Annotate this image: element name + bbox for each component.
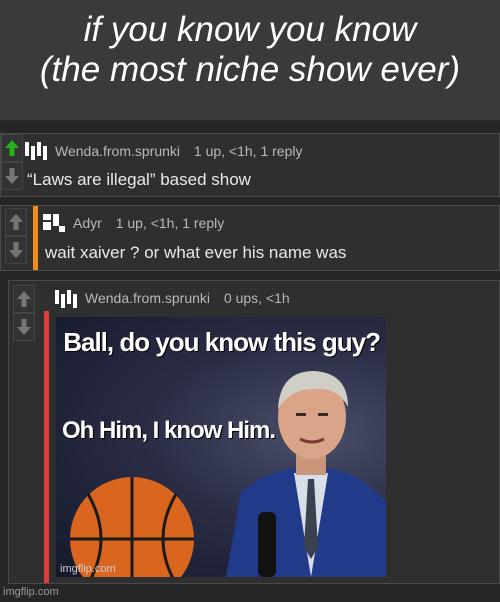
arrow-up-icon	[17, 291, 31, 307]
meme-image[interactable]: Ball, do you know this guy? Oh Him, I kn…	[56, 317, 386, 577]
upvote-button[interactable]	[5, 208, 27, 236]
vote-controls	[13, 285, 35, 341]
comment-2: Adyr 1 up, <1h, 1 reply wait xaiver ? or…	[0, 205, 500, 271]
arrow-down-icon	[9, 242, 23, 258]
downvote-button[interactable]	[5, 236, 27, 264]
arrow-up-icon	[9, 214, 23, 230]
comment-stats: 1 up, <1h, 1 reply	[115, 215, 225, 231]
vote-controls	[1, 134, 23, 190]
downvote-button[interactable]	[1, 162, 23, 190]
user-avatar[interactable]	[53, 288, 81, 310]
username-link[interactable]: Wenda.from.sprunki	[85, 290, 210, 306]
user-avatar[interactable]	[23, 140, 51, 162]
thread-accent-bar	[33, 206, 38, 270]
meme-watermark: imgflip.com	[60, 563, 116, 575]
comment-meta: Adyr 1 up, <1h, 1 reply	[73, 215, 224, 231]
user-avatar[interactable]	[41, 212, 69, 234]
imgflip-watermark: imgflip.com	[3, 586, 59, 598]
comment-text: wait xaiver ? or what ever his name was	[45, 243, 347, 262]
caption-line-2: (the most niche show ever)	[39, 50, 461, 89]
meme-caption: if you know you know (the most niche sho…	[0, 0, 500, 120]
caption-line-1: if you know you know	[83, 10, 417, 49]
arrow-down-icon	[17, 319, 31, 335]
downvote-button[interactable]	[13, 313, 35, 341]
comment-meta: Wenda.from.sprunki 0 ups, <1h	[85, 290, 290, 306]
comment-stats: 0 ups, <1h	[223, 290, 290, 306]
arrow-down-icon	[5, 168, 19, 184]
comment-1: Wenda.from.sprunki 1 up, <1h, 1 reply “L…	[0, 133, 500, 197]
vote-controls	[5, 208, 27, 264]
comment-text: “Laws are illegal” based show	[27, 170, 251, 189]
comment-meta: Wenda.from.sprunki 1 up, <1h, 1 reply	[55, 143, 302, 159]
username-link[interactable]: Adyr	[73, 215, 102, 231]
upvote-button[interactable]	[1, 134, 23, 162]
upvote-button[interactable]	[13, 285, 35, 313]
thread-accent-bar	[44, 311, 49, 583]
arrow-up-icon	[5, 140, 19, 156]
meme-text-top: Ball, do you know this guy?	[63, 327, 381, 357]
meme-text-middle: Oh Him, I know Him.	[62, 417, 276, 444]
username-link[interactable]: Wenda.from.sprunki	[55, 143, 180, 159]
basketball-illustration	[70, 477, 194, 577]
comment-stats: 1 up, <1h, 1 reply	[193, 143, 303, 159]
